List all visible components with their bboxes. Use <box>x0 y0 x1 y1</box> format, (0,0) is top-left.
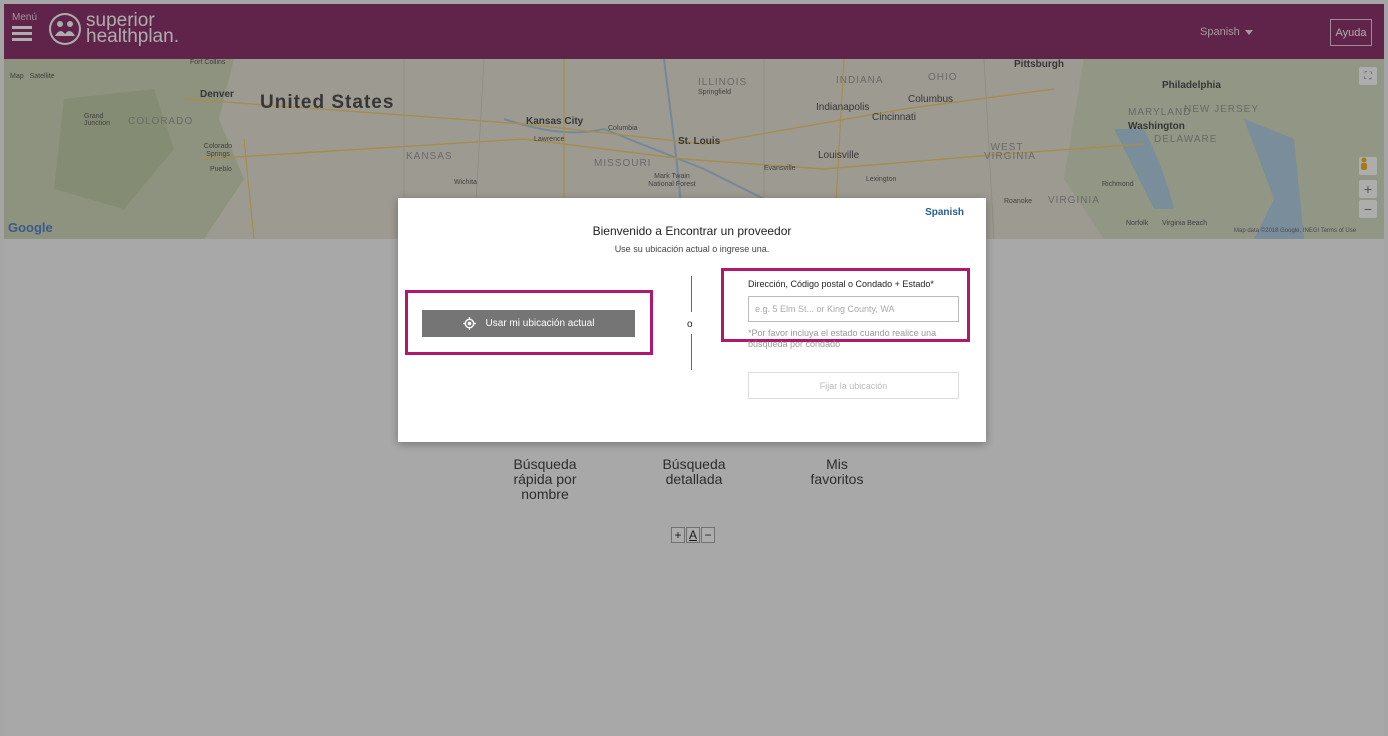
use-current-location-button[interactable]: Usar mi ubicación actual <box>422 310 635 337</box>
modal-title: Bienvenido a Encontrar un proveedor <box>592 224 792 238</box>
divider-bottom <box>691 334 692 370</box>
modal-language-link[interactable]: Spanish <box>925 207 964 218</box>
address-input[interactable] <box>748 296 959 322</box>
modal-subtitle: Use su ubicación actual o ingrese una. <box>614 244 770 254</box>
crosshair-icon <box>462 317 476 330</box>
page: Menú superior healthplan. Spanish Ayuda <box>0 0 1388 736</box>
divider-top <box>691 276 692 312</box>
county-hint: *Por favor incluya el estado cuando real… <box>748 328 937 349</box>
use-current-location-label: Usar mi ubicación actual <box>485 318 595 329</box>
or-separator: o <box>687 319 693 330</box>
location-modal: Spanish Bienvenido a Encontrar un provee… <box>398 198 986 442</box>
set-location-button[interactable]: Fijar la ubicación <box>748 372 959 399</box>
address-field-label: Dirección, Código postal o Condado + Est… <box>748 279 934 289</box>
